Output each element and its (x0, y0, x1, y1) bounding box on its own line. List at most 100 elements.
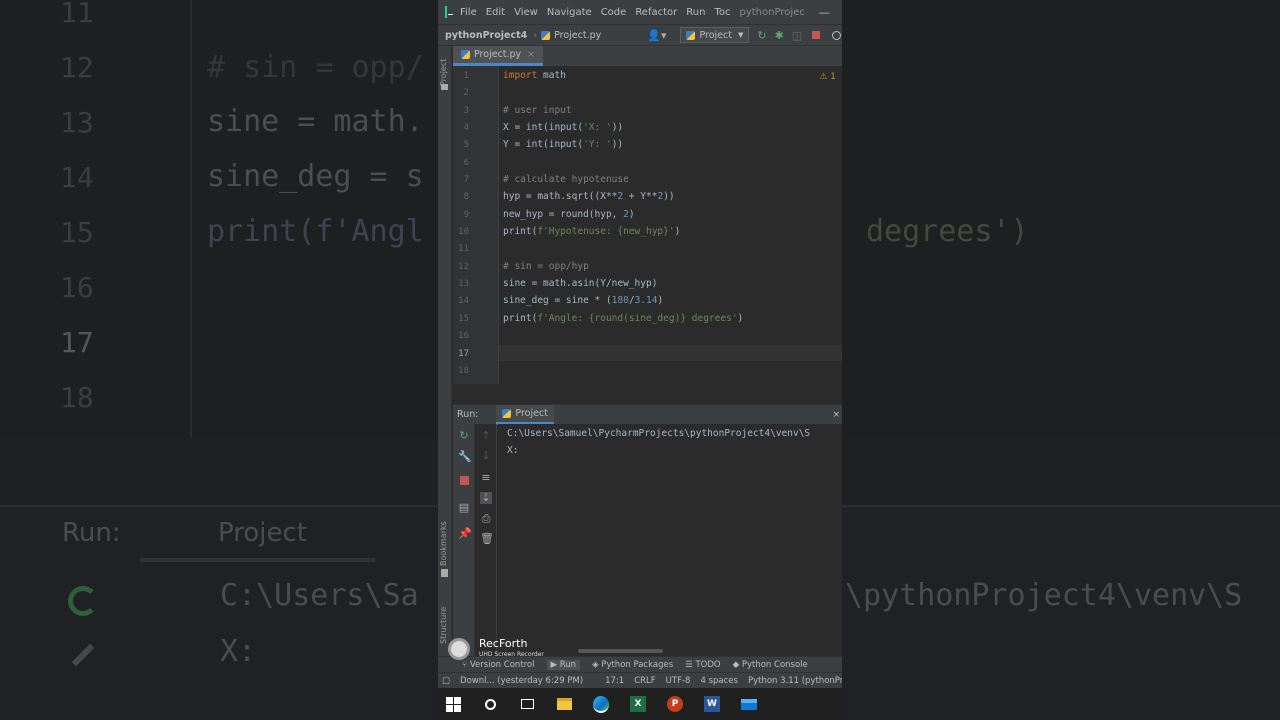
debug-icon[interactable]: ✱ (775, 29, 784, 42)
bg-line-number: 15 (60, 216, 94, 249)
layout-icon[interactable]: ▤ (458, 502, 470, 514)
task-view-icon[interactable] (519, 696, 535, 712)
toolwindow-python-packages[interactable]: ◈ Python Packages (592, 660, 673, 670)
mail-icon[interactable] (741, 696, 757, 712)
run-configuration-select[interactable]: Project ▼ (680, 27, 750, 43)
run-console[interactable]: C:\Users\Samuel\PycharmProjects\pythonPr… (498, 424, 842, 660)
tab-project-py[interactable]: Project.py × (453, 46, 543, 66)
menu-refactor[interactable]: Refactor (635, 7, 677, 18)
chevron-down-icon: ▼ (737, 31, 744, 39)
bg-console-path: C:\Users\Sa (220, 578, 419, 613)
coverage-icon[interactable]: ◫ (792, 29, 802, 42)
bookmarks-tool-label[interactable]: Bookmarks (439, 521, 448, 566)
run-toolbar-secondary: ↑ ↓ ≡ ⇣ ⎙ 🗑 (475, 424, 497, 660)
bg-line-number: 16 (60, 271, 94, 304)
warning-indicator[interactable]: ⚠ 1 (819, 72, 836, 82)
windows-start-icon[interactable] (446, 696, 461, 712)
toolwindow-version-control[interactable]: ⑂ Version Control (462, 660, 535, 670)
run-tab-label: Project (515, 407, 548, 419)
print-icon[interactable]: ⎙ (480, 513, 492, 525)
user-icon[interactable]: 👤▾ (647, 29, 666, 42)
menu-tools[interactable]: Toc (714, 7, 730, 18)
code-line: print(f'Angle: {round(sine_deg)} degrees… (503, 313, 744, 324)
bg-code-line: sine = math. (207, 104, 424, 139)
rerun-icon[interactable]: ↻ (458, 430, 470, 442)
line-number: 13 (458, 279, 469, 289)
horizontal-scrollbar[interactable] (578, 649, 663, 653)
breadcrumb-project[interactable]: pythonProject4 (445, 30, 527, 41)
menu-file[interactable]: File (460, 7, 477, 18)
menu-code[interactable]: Code (601, 7, 627, 18)
edge-browser-icon[interactable] (593, 695, 609, 713)
caret-position[interactable]: 17:1 (605, 676, 624, 686)
console-path: C:\Users\Samuel\PycharmProjects\pythonPr… (507, 428, 811, 439)
code-line: sine = math.asin(Y/new_hyp) (503, 278, 658, 289)
windows-taskbar: X P W (438, 688, 842, 720)
bg-console-prompt: X: (220, 634, 257, 669)
line-separator[interactable]: CRLF (634, 676, 655, 686)
rerun-icon[interactable]: ↻ (757, 29, 766, 42)
structure-tool-label[interactable]: Structure (439, 607, 448, 644)
python-icon (502, 408, 512, 418)
toolwindow-run[interactable]: ▶ Run (546, 659, 581, 670)
code-editor[interactable]: ⚠ 1 1 2 3 4 5 6 7 8 9 10 11 12 13 14 15 … (453, 66, 842, 384)
line-number: 18 (458, 366, 469, 376)
toolwindow-label: Python Console (741, 659, 808, 670)
status-toggle-icon[interactable]: ▢ (442, 676, 450, 686)
menu-edit[interactable]: Edit (486, 7, 505, 18)
menu-run[interactable]: Run (686, 7, 705, 18)
search-icon[interactable] (832, 30, 842, 40)
code-comment: # user input (503, 105, 572, 116)
bg-line-number: 12 (60, 51, 94, 84)
folder-icon[interactable] (441, 84, 448, 90)
project-tool-label[interactable]: Project (439, 59, 448, 86)
file-encoding[interactable]: UTF-8 (666, 676, 691, 686)
menu-navigate[interactable]: Navigate (547, 7, 592, 18)
file-explorer-icon[interactable] (556, 696, 572, 712)
word-icon[interactable]: W (704, 696, 720, 712)
watermark-name: RecForth (479, 637, 528, 650)
stop-icon[interactable] (812, 31, 821, 39)
bg-code-line: sine_deg = s (207, 159, 424, 194)
close-run-tab-icon[interactable]: × (832, 410, 840, 420)
bg-line-number: 17 (60, 326, 94, 359)
python-interpreter[interactable]: Python 3.11 (pythonPro (748, 676, 842, 686)
line-number: 8 (463, 192, 469, 202)
status-bar: ▢ Downl... (yesterday 6:29 PM) 17:1 CRLF… (438, 672, 842, 688)
menu-bar: File Edit View Navigate Code Refactor Ru… (438, 0, 842, 24)
menu-view[interactable]: View (514, 7, 538, 18)
run-toolbar-primary: ↻ 🔧 ▤ 📌 (453, 424, 475, 660)
close-tab-icon[interactable]: × (527, 50, 535, 60)
search-icon[interactable] (482, 696, 498, 712)
toolwindow-python-console[interactable]: ◆ Python Console (733, 660, 808, 670)
code-line: print(f'Hypotenuse: {new_hyp}') (503, 226, 681, 237)
arrow-down-icon[interactable]: ↓ (480, 450, 492, 462)
minimize-button[interactable]: — (819, 6, 830, 19)
breadcrumb-file[interactable]: Project.py (554, 30, 601, 41)
soft-wrap-icon[interactable]: ≡ (480, 472, 492, 484)
arrow-up-icon[interactable]: ↑ (480, 430, 492, 442)
run-tab-project[interactable]: Project (496, 404, 554, 425)
bookmark-icon[interactable] (441, 569, 448, 577)
left-tool-strip: Project Bookmarks Structure (438, 46, 452, 660)
indent-setting[interactable]: 4 spaces (700, 676, 737, 686)
wrench-icon[interactable]: 🔧 (458, 451, 472, 463)
stop-icon[interactable] (460, 476, 469, 485)
bg-run-label: Run: (62, 518, 121, 548)
powerpoint-icon[interactable]: P (667, 696, 683, 712)
pin-icon[interactable]: 📌 (458, 528, 472, 540)
line-number: 10 (458, 227, 469, 237)
trash-icon[interactable]: 🗑 (480, 533, 494, 545)
status-message[interactable]: Downl... (yesterday 6:29 PM) (460, 676, 583, 686)
line-number: 15 (458, 314, 469, 324)
toolwindow-label: Version Control (469, 659, 535, 670)
python-file-icon (461, 50, 470, 59)
line-number: 1 (463, 71, 469, 81)
run-panel-header: Run: Project × (453, 404, 842, 425)
scroll-to-end-icon[interactable]: ⇣ (480, 492, 492, 504)
code-line: Y = int(input('Y: ')) (503, 139, 624, 150)
toolwindow-todo[interactable]: ☰ TODO (685, 660, 720, 670)
line-number: 2 (463, 88, 469, 98)
excel-icon[interactable]: X (630, 696, 646, 712)
run-panel-label: Run: (457, 409, 479, 420)
